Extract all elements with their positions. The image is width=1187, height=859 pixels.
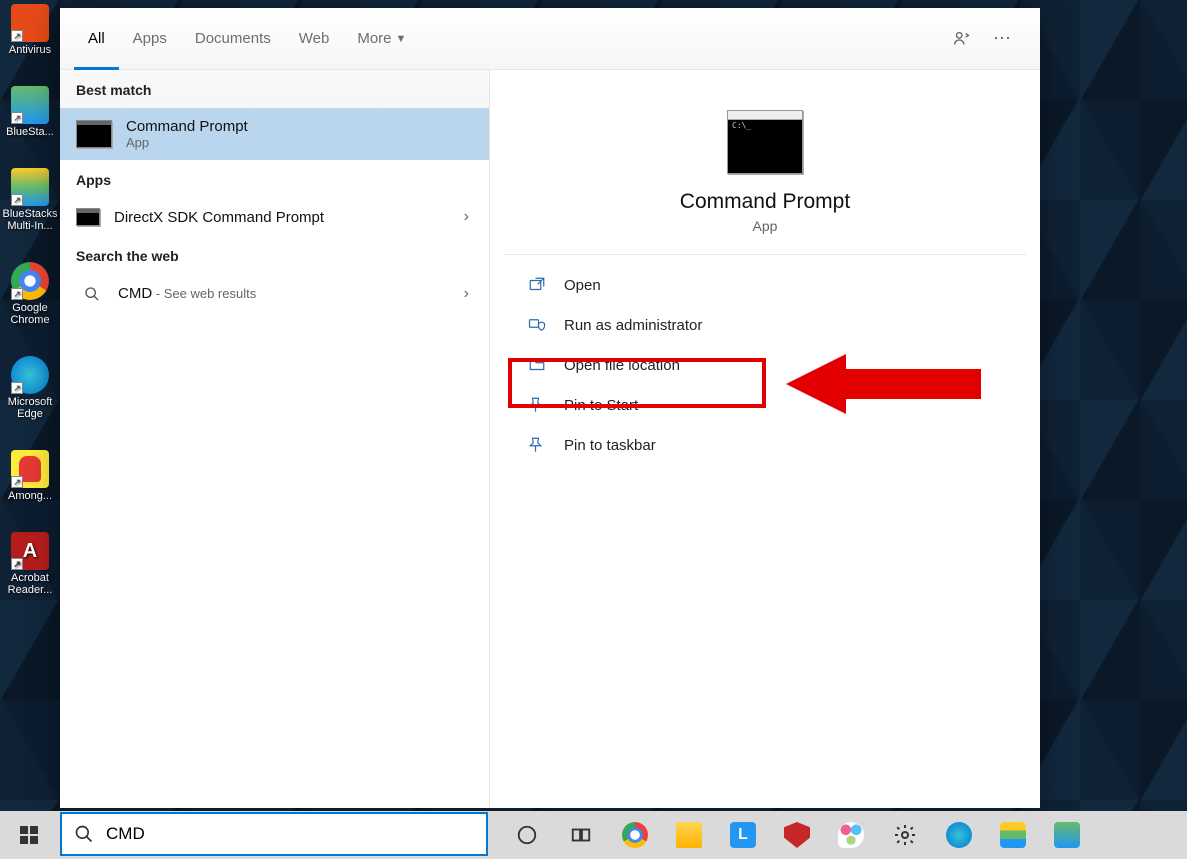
preview-column: Command Prompt App Open Run as ad: [490, 70, 1040, 808]
preview-header: Command Prompt App: [504, 82, 1026, 255]
desktop-icon-chrome[interactable]: ↗ Google Chrome: [0, 258, 60, 334]
bluestacks-icon: [1000, 822, 1026, 848]
desktop-icon-bluestacks-multi[interactable]: ↗ BlueStacks Multi-In...: [0, 164, 60, 240]
action-label: Open: [564, 277, 601, 294]
chrome-icon: [622, 822, 648, 848]
result-title: DirectX SDK Command Prompt: [114, 209, 450, 226]
cmd-thumbnail-icon: [76, 120, 112, 148]
action-pin-to-taskbar[interactable]: Pin to taskbar: [504, 425, 1026, 465]
result-web-cmd[interactable]: CMD - See web results ›: [60, 274, 489, 314]
edge-icon: [946, 822, 972, 848]
taskbar-paint[interactable]: [824, 811, 878, 859]
start-button[interactable]: [0, 811, 58, 859]
taskbar-cortana[interactable]: [500, 811, 554, 859]
chevron-down-icon: ▼: [396, 33, 407, 45]
bluestacks-icon: [1054, 822, 1080, 848]
shield-icon: [528, 316, 546, 334]
windows-logo-icon: [20, 826, 38, 844]
pin-icon: [528, 436, 546, 454]
tab-label: Apps: [133, 30, 167, 47]
tab-documents[interactable]: Documents: [181, 8, 285, 70]
preview-title: Command Prompt: [680, 190, 850, 214]
tab-apps[interactable]: Apps: [119, 8, 181, 70]
taskbar: L: [0, 811, 1187, 859]
result-subtitle: App: [126, 135, 473, 150]
folder-icon: [676, 822, 702, 848]
taskbar-chrome[interactable]: [608, 811, 662, 859]
desktop-icon-label: BlueSta...: [2, 126, 58, 138]
desktop-icon-bluestacks[interactable]: ↗ BlueSta...: [0, 82, 60, 146]
action-label: Pin to taskbar: [564, 437, 656, 454]
pin-icon: [528, 396, 546, 414]
section-best-match: Best match: [60, 70, 489, 108]
desktop-icon-antivirus[interactable]: ↗ Antivirus: [0, 0, 60, 64]
desktop-icon-amongus[interactable]: ↗ Among...: [0, 446, 60, 510]
desktop-icon-label: BlueStacks Multi-In...: [2, 208, 58, 232]
result-directx-sdk[interactable]: DirectX SDK Command Prompt ›: [60, 198, 489, 236]
taskbar-task-view[interactable]: [554, 811, 608, 859]
desktop-icon-label: Acrobat Reader...: [2, 572, 58, 596]
actions-list: Open Run as administrator Open file loca…: [504, 255, 1026, 475]
preview-subtitle: App: [753, 218, 778, 234]
action-run-as-admin[interactable]: Run as administrator: [504, 305, 1026, 345]
desktop-icons-column: ↗ Antivirus ↗ BlueSta... ↗ BlueStacks Mu…: [0, 0, 60, 604]
section-apps: Apps: [60, 160, 489, 198]
taskbar-bluestacks[interactable]: [986, 811, 1040, 859]
taskbar-search-box[interactable]: [60, 812, 488, 856]
cmd-preview-icon: [727, 110, 803, 174]
tab-web[interactable]: Web: [285, 8, 344, 70]
result-title: Command Prompt: [126, 118, 473, 135]
action-pin-to-start[interactable]: Pin to Start: [504, 385, 1026, 425]
shield-icon: [784, 822, 810, 848]
task-view-icon: [570, 824, 592, 846]
section-search-web: Search the web: [60, 236, 489, 274]
search-icon: [82, 284, 102, 304]
gear-icon: [893, 823, 917, 847]
web-suffix: - See web results: [152, 286, 256, 301]
desktop-icon-label: Among...: [2, 490, 58, 502]
feedback-icon[interactable]: [942, 19, 982, 59]
taskbar-file-explorer[interactable]: [662, 811, 716, 859]
folder-icon: [528, 356, 546, 374]
action-label: Run as administrator: [564, 317, 702, 334]
tab-label: Documents: [195, 30, 271, 47]
open-icon: [528, 276, 546, 294]
cmd-thumbnail-icon: [76, 208, 100, 226]
desktop-icon-label: Microsoft Edge: [2, 396, 58, 420]
results-column: Best match Command Prompt App Apps Direc…: [60, 70, 490, 808]
search-input[interactable]: [106, 824, 474, 844]
taskbar-bluestacks2[interactable]: [1040, 811, 1094, 859]
tab-label: All: [88, 30, 105, 47]
desktop-icon-label: Google Chrome: [2, 302, 58, 326]
tab-label: More: [357, 30, 391, 47]
action-open[interactable]: Open: [504, 265, 1026, 305]
desktop-icon-acrobat[interactable]: A↗ Acrobat Reader...: [0, 528, 60, 604]
tab-all[interactable]: All: [74, 8, 119, 70]
desktop-icon-edge[interactable]: ↗ Microsoft Edge: [0, 352, 60, 428]
tab-more[interactable]: More ▼: [343, 8, 420, 70]
taskbar-settings[interactable]: [878, 811, 932, 859]
result-command-prompt[interactable]: Command Prompt App: [60, 108, 489, 160]
search-icon: [74, 824, 94, 844]
taskbar-mcafee[interactable]: [770, 811, 824, 859]
search-panel: All Apps Documents Web More ▼ ⋯ Best matc…: [60, 8, 1040, 808]
action-label: Pin to Start: [564, 397, 638, 414]
action-open-file-location[interactable]: Open file location: [504, 345, 1026, 385]
search-tabs: All Apps Documents Web More ▼ ⋯: [60, 8, 1040, 70]
app-icon: L: [730, 822, 756, 848]
web-query: CMD: [118, 285, 152, 302]
chevron-right-icon: ›: [464, 285, 469, 303]
desktop-icon-label: Antivirus: [2, 44, 58, 56]
taskbar-edge[interactable]: [932, 811, 986, 859]
more-options-icon[interactable]: ⋯: [982, 19, 1022, 59]
paint-icon: [838, 822, 864, 848]
taskbar-app-l[interactable]: L: [716, 811, 770, 859]
circle-icon: [516, 824, 538, 846]
action-label: Open file location: [564, 357, 680, 374]
tab-label: Web: [299, 30, 330, 47]
chevron-right-icon: ›: [464, 208, 469, 226]
